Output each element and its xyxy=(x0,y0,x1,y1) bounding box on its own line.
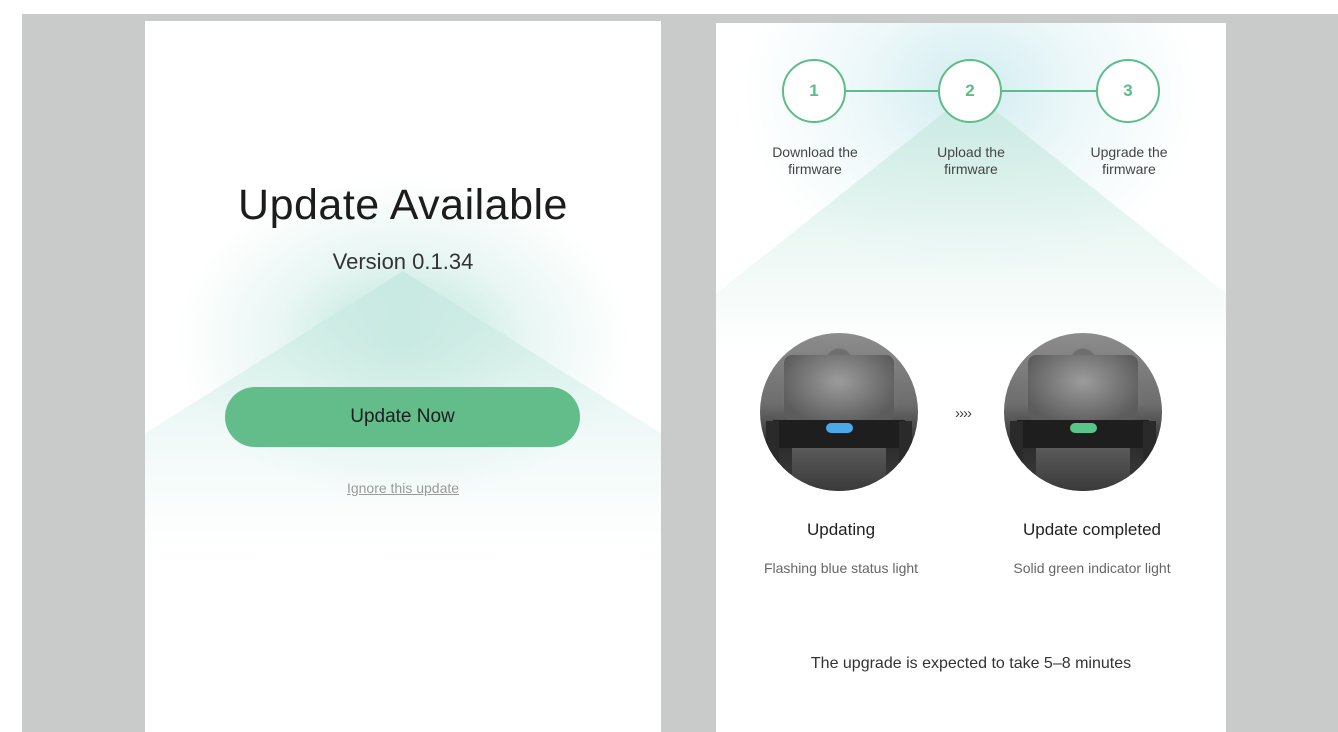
version-label: Version 0.1.34 xyxy=(332,249,474,274)
robot-wheel xyxy=(1010,421,1023,485)
robot-top xyxy=(1027,355,1139,422)
updating-title: Updating xyxy=(806,520,876,539)
step-1-label: Download the firmware xyxy=(745,144,885,178)
step-label-line: firmware xyxy=(1102,161,1156,177)
step-label-line: firmware xyxy=(788,161,842,177)
chevron-right-icon: ›››› xyxy=(955,405,972,422)
robot-wheel xyxy=(766,421,779,485)
step-number: 3 xyxy=(1123,81,1133,100)
step-connector xyxy=(846,90,938,92)
update-now-label: Update Now xyxy=(350,406,455,427)
step-2-circle: 2 xyxy=(938,59,1002,123)
page-title: Update Available xyxy=(238,181,568,229)
update-available-panel: Update Available Version 0.1.34 Update N… xyxy=(145,21,661,732)
completed-title: Update completed xyxy=(1023,520,1161,539)
step-number: 2 xyxy=(965,81,975,100)
updating-description: Flashing blue status light xyxy=(763,560,919,576)
robot-completed-image xyxy=(1004,333,1162,491)
robot-updating-image xyxy=(760,333,918,491)
step-label-line: Upload the xyxy=(937,144,1005,160)
blue-status-light xyxy=(826,423,854,433)
ignore-update-link[interactable]: Ignore this update xyxy=(145,480,661,496)
step-3-circle: 3 xyxy=(1096,59,1160,123)
eta-text: The upgrade is expected to take 5–8 minu… xyxy=(810,655,1132,672)
robot-wheel xyxy=(899,421,912,485)
robot-base xyxy=(791,448,887,491)
robot-base xyxy=(1035,448,1131,491)
step-number: 1 xyxy=(809,81,819,100)
robot-top xyxy=(783,355,895,422)
update-progress-panel: 1 2 3 Download the firmware Upload the f… xyxy=(716,23,1226,732)
step-label-line: firmware xyxy=(944,161,998,177)
step-3-label: Upgrade the firmware xyxy=(1059,144,1199,178)
background-light-fan xyxy=(716,91,1226,351)
step-label-line: Download the xyxy=(772,144,858,160)
step-1-circle: 1 xyxy=(782,59,846,123)
update-now-button[interactable]: Update Now xyxy=(225,387,580,447)
step-label-line: Upgrade the xyxy=(1090,144,1168,160)
green-status-light xyxy=(1070,423,1098,433)
step-connector xyxy=(1002,90,1096,92)
completed-description: Solid green indicator light xyxy=(1013,560,1171,576)
robot-wheel xyxy=(1143,421,1156,485)
step-2-label: Upload the firmware xyxy=(901,144,1041,178)
